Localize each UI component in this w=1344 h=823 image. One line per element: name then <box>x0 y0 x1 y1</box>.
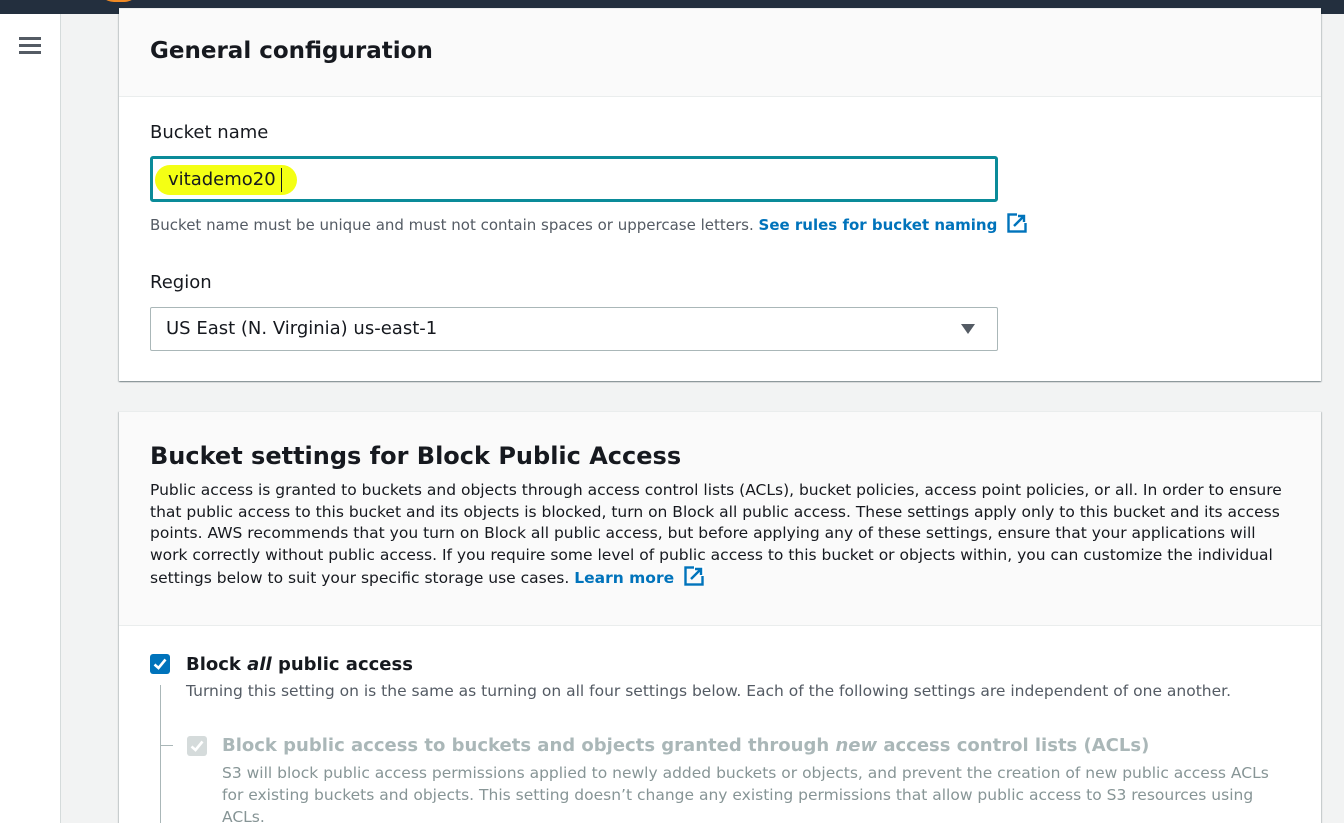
block-all-title-prefix: Block <box>186 654 248 675</box>
region-selected-value: US East (N. Virginia) us-east-1 <box>166 318 438 339</box>
block-public-access-description-text: Public access is granted to buckets and … <box>150 481 1282 587</box>
general-configuration-panel: General configuration Bucket name vitade… <box>119 8 1321 381</box>
block-public-access-panel: Bucket settings for Block Public Access … <box>119 411 1321 823</box>
side-navigation-rail <box>0 14 61 823</box>
bucket-naming-rules-link[interactable]: See rules for bucket naming <box>758 213 1027 234</box>
learn-more-label: Learn more <box>574 569 675 587</box>
text-caret <box>281 168 282 192</box>
block-new-acls-title: Block public access to buckets and objec… <box>222 735 1149 756</box>
hamburger-menu-icon[interactable] <box>19 37 41 55</box>
general-configuration-header: General configuration <box>119 9 1321 97</box>
bucket-name-input[interactable]: vitademo20 <box>150 156 998 202</box>
block-new-acls-description: S3 will block public access permissions … <box>222 764 1269 823</box>
region-label: Region <box>150 272 212 293</box>
learn-more-link[interactable]: Learn more <box>574 566 704 587</box>
block-new-acls-checkbox[interactable] <box>187 736 207 756</box>
checkmark-icon <box>190 740 204 752</box>
checkmark-icon <box>153 658 167 670</box>
general-configuration-title: General configuration <box>150 38 433 64</box>
block-public-access-header: Bucket settings for Block Public Access … <box>119 412 1321 626</box>
caret-down-icon <box>961 324 975 334</box>
block-all-public-access-title: Block all public access <box>186 654 413 675</box>
block-new-acls-title-emphasis: new <box>835 735 878 756</box>
settings-tree-line <box>160 685 161 823</box>
bucket-naming-rules-link-label: See rules for bucket naming <box>758 216 998 234</box>
aws-logo[interactable] <box>98 0 140 2</box>
block-new-acls-title-prefix: Block public access to buckets and objec… <box>222 735 836 756</box>
block-public-access-title: Bucket settings for Block Public Access <box>150 442 682 470</box>
block-new-acls-title-suffix: access control lists (ACLs) <box>877 735 1150 756</box>
settings-tree-branch <box>160 745 173 746</box>
block-all-public-access-description: Turning this setting on is the same as t… <box>186 682 1232 700</box>
external-link-icon <box>683 566 704 586</box>
block-all-title-emphasis: all <box>247 654 272 675</box>
bucket-name-label: Bucket name <box>150 122 269 143</box>
bucket-name-hint: Bucket name must be unique and must not … <box>150 213 1027 234</box>
block-public-access-description: Public access is granted to buckets and … <box>150 480 1290 590</box>
external-link-icon <box>1006 213 1027 233</box>
bucket-name-hint-text: Bucket name must be unique and must not … <box>150 216 754 234</box>
block-all-title-suffix: public access <box>271 654 413 675</box>
block-all-public-access-checkbox[interactable] <box>150 654 170 674</box>
region-select[interactable]: US East (N. Virginia) us-east-1 <box>150 307 998 351</box>
bucket-name-value: vitademo20 <box>168 169 276 190</box>
